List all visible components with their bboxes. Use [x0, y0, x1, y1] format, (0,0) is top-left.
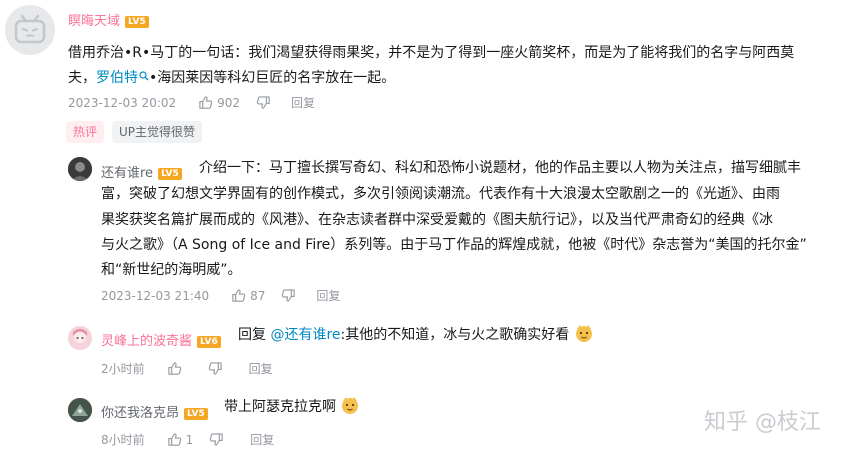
emoji-icon	[342, 397, 359, 414]
avatar-image-icon	[68, 398, 92, 422]
reply-meta: 2小时前 回复	[101, 360, 289, 377]
reply-body: :其他的不知道，冰与火之歌确实好看	[340, 327, 570, 343]
dislike-button[interactable]	[281, 288, 300, 303]
watermark: 知乎 @枝江	[704, 410, 821, 435]
main-username-row: 瞑晦天域 LV5	[68, 10, 149, 29]
thumb-down-icon	[282, 289, 296, 302]
like-button[interactable]: 902	[198, 95, 240, 110]
main-comment-text-part: 夫，	[68, 70, 96, 86]
search-link[interactable]: 罗伯特	[96, 70, 149, 86]
reply-prefix: 回复	[238, 327, 266, 343]
reply-avatar[interactable]	[68, 326, 92, 350]
like-count: 902	[217, 95, 241, 110]
dislike-button[interactable]	[208, 361, 227, 376]
reply-avatar[interactable]	[68, 398, 92, 422]
reply-text-line-5: 和“新世纪的海明威”。	[101, 262, 242, 278]
up-liked-tag: UP主觉得很赞	[112, 121, 203, 143]
level-badge: LV6	[197, 335, 221, 348]
reply-text-line-4: 与火之歌》（A Song of Ice and Fire）系列等。由于马丁作品的…	[101, 237, 807, 253]
reply-meta: 2023-12-03 21:40 87 回复	[101, 287, 356, 304]
reply-text-line-2: 富，突破了幻想文学界固有的创作模式，多次引领阅读潮流。代表作有十大浪漫太空歌剧之…	[101, 186, 780, 202]
like-count: 87	[250, 288, 266, 303]
search-icon	[139, 71, 149, 81]
dislike-button[interactable]	[209, 432, 228, 447]
reply-button[interactable]: 回复	[249, 360, 273, 377]
reply-username-row: 还有谁re LV5	[101, 162, 182, 181]
comment-time: 2小时前	[101, 362, 145, 376]
like-button[interactable]	[167, 361, 186, 376]
thumb-up-icon	[167, 362, 181, 375]
reply-body: 带上阿瑟克拉克啊	[224, 399, 336, 415]
reply-button[interactable]: 回复	[291, 94, 315, 111]
dislike-button[interactable]	[256, 95, 275, 110]
reply-text-line-3: 果奖获奖名篇扩展而成的《风港》、在杂志读者群中深受爱戴的《图夫航行记》，以及当代…	[101, 212, 773, 228]
reply-text: 回复 @还有谁re:其他的不知道，冰与火之歌确实好看	[238, 323, 594, 348]
level-badge: LV5	[158, 167, 182, 180]
reply-username-row: 灵峰上的波奇酱 LV6	[101, 330, 221, 349]
reply-button[interactable]: 回复	[250, 431, 274, 448]
reply-username[interactable]: 还有谁re	[101, 166, 153, 181]
main-comment-text-part: •海因莱因等科幻巨匠的名字放在一起。	[149, 70, 396, 86]
reply-text: 带上阿瑟克拉克啊	[224, 395, 360, 420]
thumb-down-icon	[210, 433, 223, 446]
level-badge: LV5	[125, 15, 149, 28]
thumb-down-icon	[208, 362, 222, 375]
like-count: 1	[185, 432, 194, 447]
thumb-down-icon	[256, 96, 270, 109]
main-comment-text: 借用乔治•R•马丁的一句话：我们渴望获得雨果奖，并不是为了得到一座火箭奖杯，而是…	[68, 41, 857, 91]
thumb-up-icon	[232, 289, 246, 302]
main-comment-line-2: 夫，罗伯特 •海因莱因等科幻巨匠的名字放在一起。	[68, 66, 857, 91]
reply-meta: 8小时前 1 回复	[101, 431, 290, 448]
comment-time: 2023-12-03 20:02	[68, 95, 177, 110]
search-link-label[interactable]: 罗伯特	[96, 70, 138, 86]
like-button[interactable]: 87	[231, 288, 265, 303]
avatar-image-icon	[68, 326, 92, 350]
main-comment-meta: 2023-12-03 20:02 902 回复	[68, 94, 331, 111]
emoji-icon	[575, 325, 592, 342]
avatar-image-icon	[68, 157, 92, 181]
comment-time: 2023-12-03 21:40	[101, 288, 210, 303]
comment-time: 8小时前	[101, 433, 145, 447]
thumb-up-icon	[167, 433, 181, 446]
reply-username-row: 你还我洛克昂 LV5	[101, 402, 208, 421]
reply-username[interactable]: 灵峰上的波奇酱	[101, 334, 192, 349]
reply-text-line-1: 介绍一下：马丁擅长撰写奇幻、科幻和恐怖小说题材，他的作品主要以人物为关注点，描写…	[199, 160, 801, 176]
main-avatar[interactable]	[5, 5, 55, 55]
hot-comment-tag: 热评	[66, 121, 105, 143]
reply-username[interactable]: 你还我洛克昂	[101, 406, 179, 421]
reply-avatar[interactable]	[68, 157, 92, 181]
bilibili-tv-icon	[5, 5, 55, 55]
mention-link[interactable]: @还有谁re	[270, 327, 340, 343]
level-badge: LV5	[184, 407, 208, 420]
main-username[interactable]: 瞑晦天域	[68, 14, 120, 29]
like-button[interactable]: 1	[167, 432, 194, 447]
reply-button[interactable]: 回复	[316, 287, 340, 304]
thumb-up-icon	[199, 96, 213, 109]
main-comment-line-1: 借用乔治•R•马丁的一句话：我们渴望获得雨果奖，并不是为了得到一座火箭奖杯，而是…	[68, 45, 795, 61]
